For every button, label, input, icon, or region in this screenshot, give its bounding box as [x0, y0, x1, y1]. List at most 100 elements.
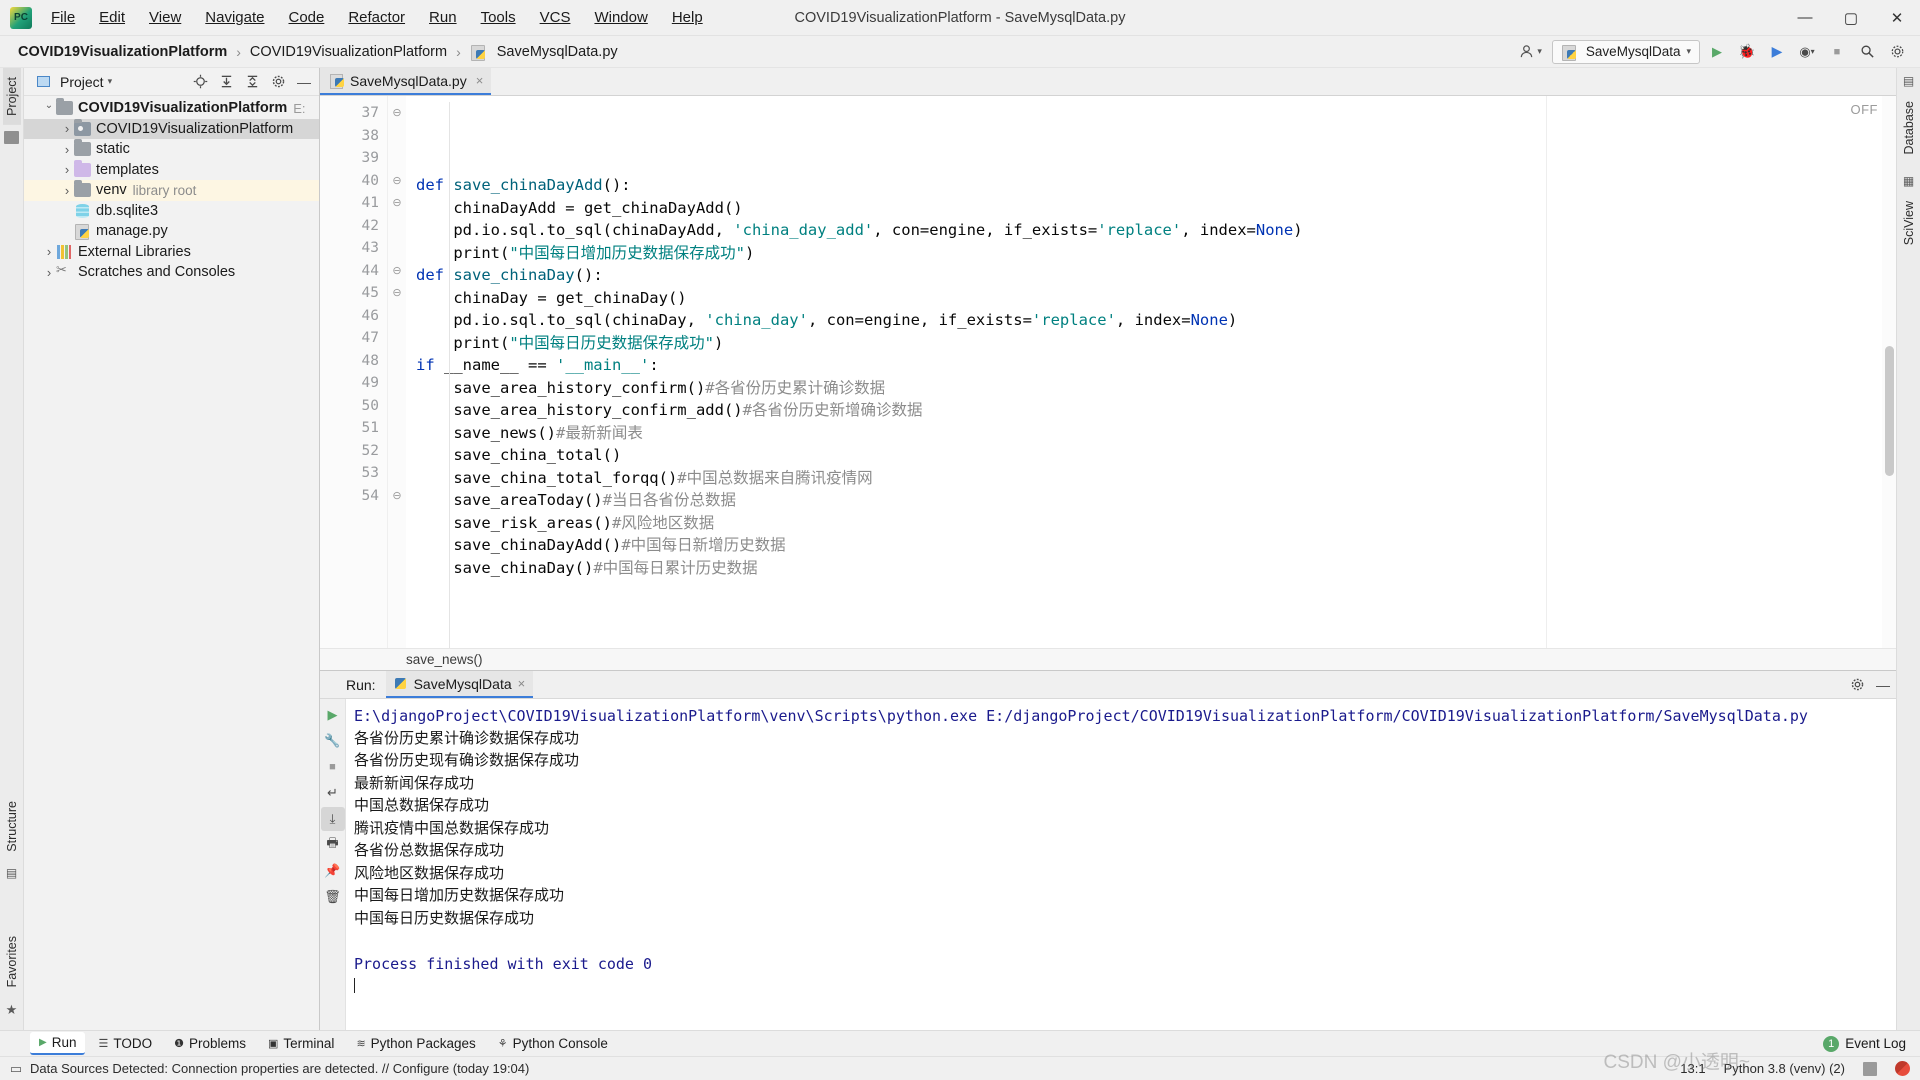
caret-position[interactable]: 13:1 — [1680, 1061, 1705, 1076]
tree-row-root[interactable]: COVID19VisualizationPlatform E: — [24, 98, 319, 119]
python-status-icon[interactable] — [1895, 1061, 1910, 1076]
project-panel-chevron-icon[interactable]: ▾ — [108, 76, 113, 87]
tree-row-module[interactable]: COVID19VisualizationPlatform — [24, 118, 319, 139]
soft-wrap-icon[interactable]: ↵ — [321, 781, 345, 805]
hide-run-window-icon[interactable]: — — [1870, 672, 1896, 698]
rerun-icon[interactable]: ▶ — [321, 703, 345, 727]
run-console-output[interactable]: E:\djangoProject\COVID19VisualizationPla… — [346, 699, 1896, 1030]
fold-marker[interactable]: ⊖ — [388, 170, 406, 193]
tree-row-templates[interactable]: templates — [24, 159, 319, 181]
breadcrumb-root[interactable]: COVID19VisualizationPlatform — [14, 43, 231, 61]
tree-row-scratches[interactable]: Scratches and Consoles — [24, 262, 319, 283]
debug-button[interactable]: 🐞 — [1734, 40, 1760, 64]
chevron-down-icon[interactable] — [42, 103, 56, 114]
coverage-button[interactable]: ▶ — [1764, 40, 1790, 64]
chevron-right-icon[interactable] — [60, 121, 74, 136]
tab-run[interactable]: ▶ Run — [30, 1032, 86, 1055]
code-token-plain: __name__ == — [444, 356, 556, 374]
tab-savemysqldata[interactable]: SaveMysqlData.py × — [320, 68, 492, 95]
collapse-all-icon[interactable] — [241, 71, 263, 93]
sciview-stripe-icon: ▦ — [1902, 173, 1915, 188]
breadcrumb-module[interactable]: COVID19VisualizationPlatform — [246, 43, 451, 61]
run-button[interactable]: ▶ — [1704, 40, 1730, 64]
minimize-button[interactable]: — — [1782, 0, 1828, 36]
menu-code[interactable]: Code — [277, 5, 335, 30]
run-side-toolbar: ▶ 🔧 ■ ↵ ⤓ 🖶 📌 🗑 — [320, 699, 346, 1030]
close-icon[interactable]: × — [476, 73, 484, 88]
scroll-to-end-icon[interactable]: ⤓ — [320, 807, 345, 831]
console-line: 风险地区数据保存成功 — [354, 864, 505, 882]
sidebar-item-favorites[interactable]: Favorites — [3, 927, 21, 996]
console-line: 各省份总数据保存成功 — [354, 842, 505, 859]
editor-scrollbar-thumb[interactable] — [1885, 346, 1894, 476]
code-folding-column[interactable]: ⊖ ⊖ ⊖ ⊖ ⊖ ⊖ — [388, 96, 406, 648]
sidebar-item-structure[interactable]: Structure — [3, 792, 21, 861]
tree-row-db[interactable]: db.sqlite3 — [24, 201, 319, 222]
hide-panel-icon[interactable]: — — [293, 71, 315, 93]
maximize-button[interactable]: ▢ — [1828, 0, 1874, 36]
search-icon[interactable] — [1854, 40, 1880, 64]
fold-marker[interactable]: ⊖ — [388, 282, 406, 305]
tab-todo[interactable]: ☰ TODO — [89, 1033, 161, 1054]
account-icon[interactable]: ▾ — [1513, 40, 1548, 64]
menu-run[interactable]: Run — [418, 5, 468, 30]
sidebar-item-database[interactable]: Database — [1900, 92, 1918, 164]
chevron-right-icon[interactable] — [60, 183, 74, 198]
tab-python-packages[interactable]: ≋ Python Packages — [347, 1033, 484, 1054]
lock-icon[interactable] — [1863, 1061, 1877, 1076]
stop-icon[interactable]: ■ — [321, 755, 345, 779]
tab-python-console[interactable]: ⚘ Python Console — [489, 1033, 617, 1054]
stop-button[interactable]: ■ — [1824, 40, 1850, 64]
pycharm-logo-icon: PC — [10, 6, 32, 29]
chevron-right-icon[interactable] — [42, 244, 56, 259]
menu-refactor[interactable]: Refactor — [337, 5, 416, 30]
tree-row-venv[interactable]: venv library root — [24, 180, 319, 201]
fold-marker[interactable]: ⊖ — [388, 260, 406, 283]
sidebar-item-project[interactable]: Project — [2, 68, 21, 125]
trash-icon[interactable]: 🗑 — [321, 885, 345, 909]
wrench-icon[interactable]: 🔧 — [321, 729, 345, 753]
run-settings-gear-icon[interactable] — [1844, 672, 1870, 698]
fold-marker[interactable]: ⊖ — [388, 192, 406, 215]
breadcrumb: COVID19VisualizationPlatform › COVID19Vi… — [14, 43, 622, 61]
menu-help[interactable]: Help — [661, 5, 714, 30]
fold-marker[interactable]: ⊖ — [388, 485, 406, 508]
menu-window[interactable]: Window — [583, 5, 658, 30]
tree-row-static[interactable]: static — [24, 139, 319, 160]
sidebar-item-sciview[interactable]: SciView — [1900, 192, 1918, 254]
menu-vcs[interactable]: VCS — [529, 5, 582, 30]
pin-icon[interactable]: 📌 — [321, 859, 345, 883]
menu-view[interactable]: View — [138, 5, 192, 30]
status-message[interactable]: Data Sources Detected: Connection proper… — [30, 1061, 529, 1076]
menu-navigate[interactable]: Navigate — [194, 5, 275, 30]
print-icon[interactable]: 🖶 — [321, 833, 345, 857]
event-log-button[interactable]: 1 Event Log — [1823, 1035, 1920, 1052]
expand-all-icon[interactable] — [215, 71, 237, 93]
locate-icon[interactable] — [189, 71, 211, 93]
fold-marker[interactable]: ⊖ — [388, 102, 406, 125]
breadcrumb-file[interactable]: SaveMysqlData.py — [466, 43, 622, 61]
menu-edit[interactable]: Edit — [88, 5, 136, 30]
chevron-right-icon[interactable] — [42, 265, 56, 280]
tree-row-external-libraries[interactable]: External Libraries — [24, 242, 319, 263]
interpreter-label[interactable]: Python 3.8 (venv) (2) — [1724, 1061, 1845, 1076]
project-tree: COVID19VisualizationPlatform E: COVID19V… — [24, 96, 319, 1030]
menu-file[interactable]: File — [40, 5, 86, 30]
project-settings-gear-icon[interactable] — [267, 71, 289, 93]
menu-tools[interactable]: Tools — [470, 5, 527, 30]
tab-terminal[interactable]: ▣ Terminal — [259, 1033, 343, 1054]
code-content[interactable]: def save_chinaDayAdd(): chinaDayAdd = ge… — [406, 96, 1896, 648]
close-button[interactable]: ✕ — [1874, 0, 1920, 36]
gear-icon[interactable] — [1884, 40, 1910, 64]
profile-button[interactable]: ◉ ▾ — [1794, 40, 1820, 64]
editor-scrollbar[interactable] — [1882, 96, 1896, 648]
chevron-right-icon[interactable] — [60, 162, 74, 177]
code-editor[interactable]: 37 38 39 40 41 42 43 44 45 46 47 48 49 50 51 52 53 54 ⊖ ⊖ ⊖… — [320, 96, 1896, 648]
run-configuration-selector[interactable]: SaveMysqlData ▾ — [1551, 39, 1700, 64]
run-tab-savemysqldata[interactable]: SaveMysqlData × — [385, 671, 534, 698]
close-icon[interactable]: × — [518, 676, 526, 691]
tree-row-manage[interactable]: manage.py — [24, 221, 319, 242]
tab-problems[interactable]: ❶ Problems — [165, 1033, 255, 1054]
chevron-right-icon[interactable] — [60, 142, 74, 157]
